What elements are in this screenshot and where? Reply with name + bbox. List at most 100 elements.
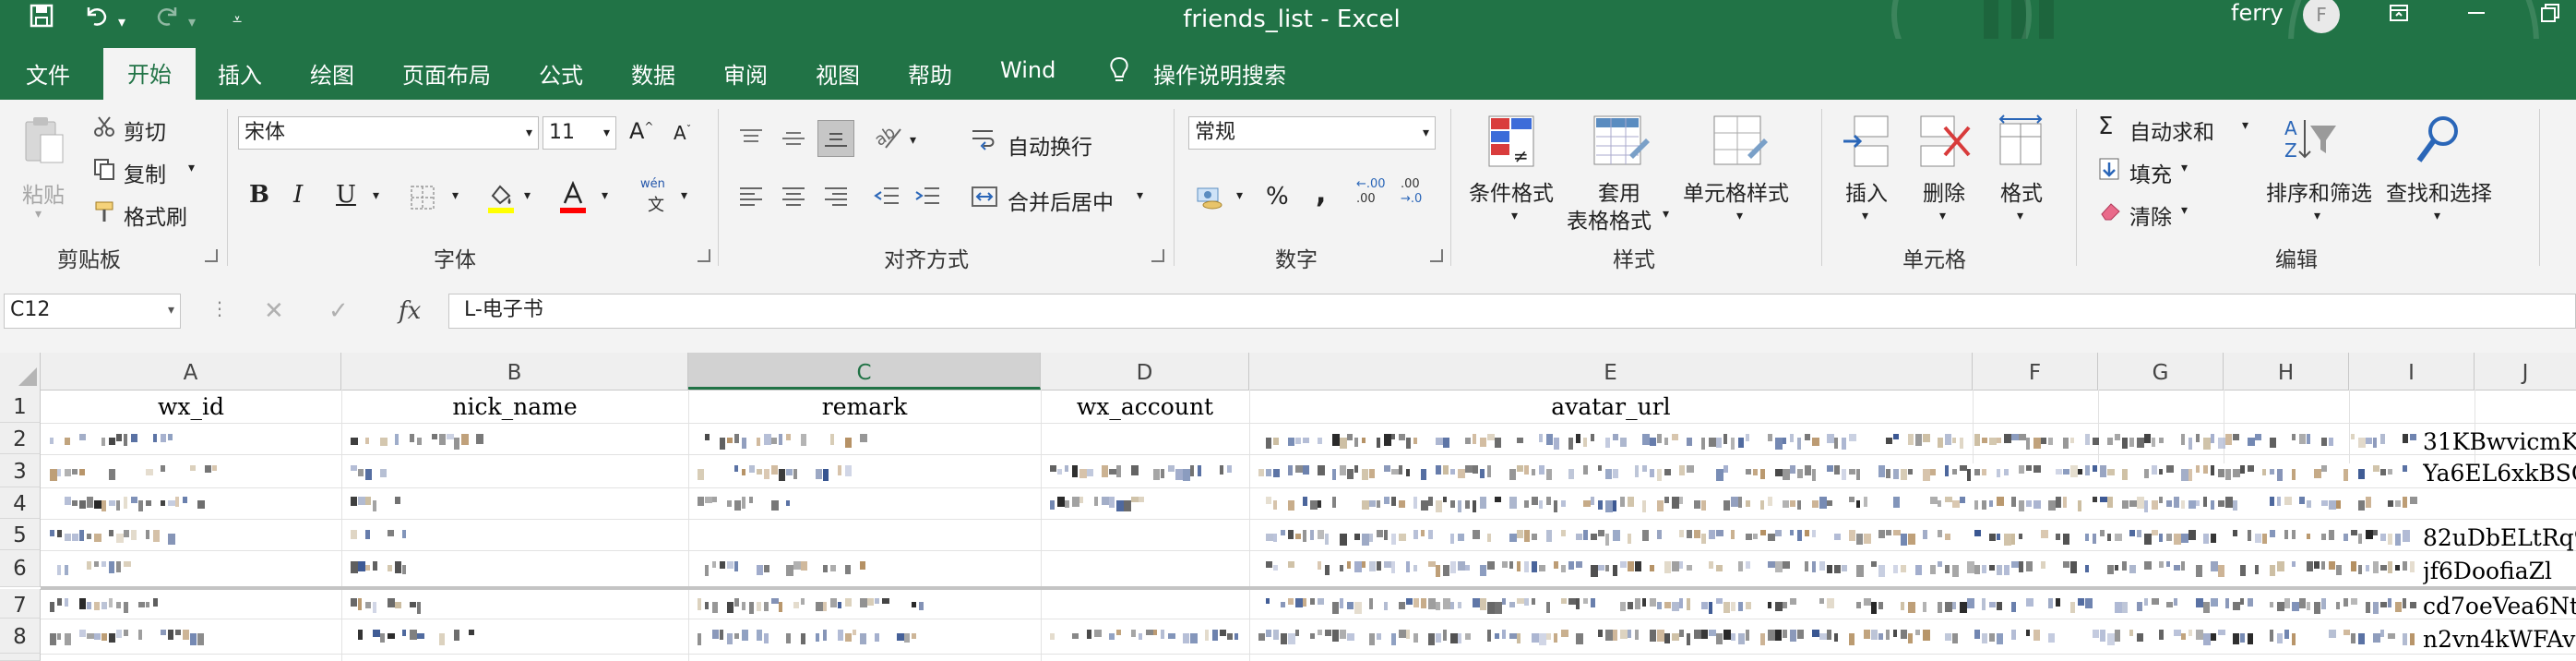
cut-button[interactable]: 剪切 [124, 114, 166, 146]
redacted-cell[interactable] [50, 626, 207, 646]
tab-help[interactable]: 帮助 [908, 57, 952, 90]
redacted-cell[interactable] [698, 493, 799, 513]
align-left-icon[interactable] [738, 185, 764, 214]
format-dropdown-icon[interactable]: ▾ [2017, 209, 2023, 223]
decrease-decimal-icon[interactable]: .00 →.0 [1401, 177, 1422, 207]
redacted-cell[interactable] [50, 493, 207, 513]
paste-icon[interactable] [22, 114, 66, 172]
cell-e1[interactable]: avatar_url [1249, 393, 1973, 420]
autosum-dropdown-icon[interactable]: ▾ [2242, 118, 2248, 133]
merge-dropdown-icon[interactable]: ▾ [1137, 188, 1143, 203]
fill-button[interactable]: 填充 [2129, 157, 2172, 188]
insert-cells-icon[interactable] [1842, 114, 1891, 174]
italic-button[interactable]: I [293, 181, 303, 209]
redacted-cell[interactable] [1050, 493, 1161, 513]
format-as-table-label-1[interactable]: 套用 [1598, 175, 1640, 207]
column-header-a[interactable]: A [41, 353, 341, 390]
tab-home[interactable]: 开始 [103, 48, 196, 100]
increase-font-icon[interactable]: A^ [629, 118, 653, 144]
cell-d1[interactable]: wx_account [1041, 393, 1249, 420]
lightbulb-icon[interactable] [1107, 55, 1131, 89]
top-align-icon[interactable] [738, 127, 764, 155]
find-select-icon[interactable] [2415, 114, 2462, 174]
save-icon[interactable] [30, 4, 54, 35]
format-as-table-icon[interactable] [1592, 114, 1650, 175]
row-header-4[interactable]: 4 [0, 487, 41, 519]
bottom-align-icon[interactable] [817, 120, 854, 157]
font-color-dropdown-icon[interactable]: ▾ [602, 188, 608, 203]
delete-cells-button[interactable]: 删除 [1923, 175, 1965, 207]
user-name[interactable]: ferry [2231, 0, 2284, 26]
conditional-formatting-button[interactable]: 条件格式 [1469, 175, 1554, 207]
column-header-b[interactable]: B [341, 353, 688, 390]
cut-icon[interactable] [92, 114, 116, 144]
decrease-indent-icon[interactable] [873, 185, 900, 214]
redacted-cell[interactable] [351, 430, 489, 451]
tab-file[interactable]: 文件 [26, 57, 70, 90]
increase-indent-icon[interactable] [913, 185, 941, 214]
redacted-cell[interactable] [351, 626, 480, 646]
autosum-button[interactable]: 自动求和 [2129, 114, 2214, 146]
fill-dropdown-icon[interactable]: ▾ [2181, 161, 2188, 175]
borders-icon[interactable] [410, 185, 435, 216]
minimize-icon[interactable] [2465, 2, 2487, 30]
redacted-cell[interactable] [351, 493, 415, 513]
fill-color-icon[interactable] [487, 183, 515, 220]
cell-c1[interactable]: remark [688, 393, 1041, 420]
redacted-cell[interactable] [351, 526, 415, 547]
insert-function-button[interactable]: fx [399, 297, 421, 325]
redacted-cell[interactable] [351, 595, 443, 615]
redacted-cell[interactable] [698, 462, 854, 482]
redacted-cell[interactable] [1258, 430, 2423, 451]
cell-e6-overflow[interactable]: jf6DoofiaZl [2423, 558, 2576, 584]
format-cells-button[interactable]: 格式 [2000, 175, 2043, 207]
redacted-cell[interactable] [1050, 626, 1244, 646]
redacted-cell[interactable] [351, 462, 388, 482]
redacted-cell[interactable] [1258, 626, 2423, 646]
paste-label[interactable]: 粘贴 [22, 177, 65, 209]
name-box[interactable]: C12 ▾ [4, 294, 181, 329]
redacted-cell[interactable] [1258, 526, 2423, 547]
redacted-cell[interactable] [50, 595, 170, 615]
row-header-3[interactable]: 3 [0, 454, 41, 487]
cell-styles-icon[interactable] [1712, 114, 1770, 175]
restore-icon[interactable] [2539, 2, 2561, 30]
redacted-cell[interactable] [698, 626, 919, 646]
copy-dropdown-icon[interactable]: ▾ [188, 161, 195, 175]
row-header-9[interactable] [0, 654, 41, 661]
merge-center-icon[interactable] [971, 185, 998, 214]
redacted-cell[interactable] [50, 526, 179, 547]
column-header-h[interactable]: H [2224, 353, 2349, 390]
phonetic-icon[interactable]: wén [640, 177, 665, 191]
redacted-cell[interactable] [1258, 493, 2423, 513]
select-all-corner[interactable] [0, 353, 41, 390]
underline-button[interactable]: U [336, 181, 356, 209]
redacted-cell[interactable] [50, 558, 142, 578]
insert-dropdown-icon[interactable]: ▾ [1862, 209, 1868, 223]
redacted-cell[interactable] [698, 595, 928, 615]
tell-me-search[interactable]: 操作说明搜索 [1153, 57, 1286, 90]
tab-wind[interactable]: Wind [1000, 57, 1055, 83]
row-header-1[interactable]: 1 [0, 390, 41, 423]
row-header-8[interactable]: 8 [0, 619, 41, 654]
format-painter-button[interactable]: 格式刷 [124, 199, 187, 231]
phonetic-dropdown-icon[interactable]: ▾ [681, 188, 687, 203]
cell-e7-overflow[interactable]: cd7oeVea6Nt [2423, 593, 2576, 619]
column-header-c[interactable]: C [688, 353, 1041, 390]
clear-icon[interactable] [2098, 201, 2122, 227]
redacted-cell[interactable] [698, 430, 873, 451]
cell-e2-overflow[interactable]: 31KBwvicmKMJ [2423, 428, 2576, 455]
fill-color-dropdown-icon[interactable]: ▾ [524, 188, 531, 203]
format-as-table-label-2[interactable]: 表格格式 [1567, 203, 1652, 234]
sort-filter-button[interactable]: 排序和筛选 [2266, 175, 2372, 207]
column-header-i[interactable]: I [2349, 353, 2475, 390]
copy-icon[interactable] [92, 157, 116, 186]
font-color-icon[interactable] [559, 180, 587, 220]
delete-cells-icon[interactable] [1919, 114, 1973, 174]
sort-filter-dropdown-icon[interactable]: ▾ [2314, 209, 2320, 223]
redacted-cell[interactable] [1258, 462, 2423, 482]
formula-input[interactable]: L-电子书 [448, 294, 2576, 329]
clear-dropdown-icon[interactable]: ▾ [2181, 203, 2188, 218]
insert-cells-button[interactable]: 插入 [1845, 175, 1888, 207]
column-header-d[interactable]: D [1041, 353, 1249, 390]
